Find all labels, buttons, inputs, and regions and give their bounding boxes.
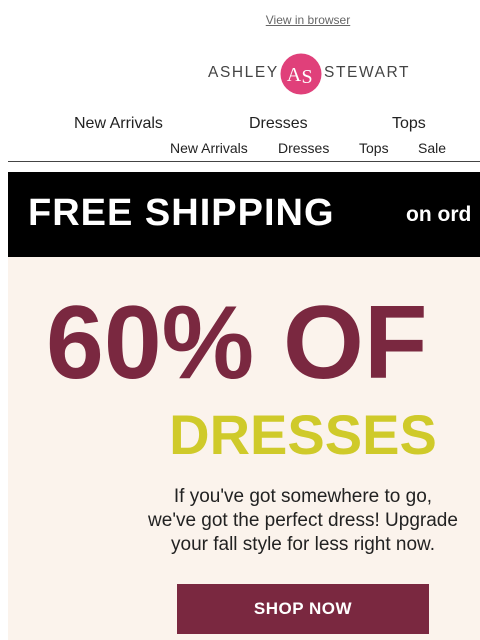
logo-mark-icon: A S [280,53,322,95]
logo-mark-a: A [287,64,302,86]
hero-body-line: your fall style for less right now. [171,534,435,555]
nav-new-arrivals[interactable]: New Arrivals [74,115,163,133]
nav-tops[interactable]: Tops [392,115,426,133]
view-in-browser-link[interactable]: View in browser [0,13,480,27]
secondary-nav: New Arrivals Dresses Tops Sale [0,140,480,156]
free-shipping-tail: on ord [406,203,472,226]
hero-body-line: If you've got somewhere to go, [173,486,433,507]
hero-body: If you've got somewhere to go, we've got… [8,485,480,557]
subnav-sale[interactable]: Sale [418,140,446,156]
hero-headline: 60% OF [46,285,428,401]
hero-body-line: we've got the perfect dress! Upgrade [148,510,458,531]
hero-subhead: DRESSES [169,403,437,466]
subnav-tops[interactable]: Tops [359,140,389,156]
subnav-dresses[interactable]: Dresses [278,140,329,156]
logo-mark-s: S [301,66,312,88]
ashley-stewart-logo[interactable]: ASHLEY A S STEWART [205,52,415,98]
shop-now-button[interactable]: SHOP NOW [177,584,429,634]
free-shipping-banner[interactable]: FREE SHIPPING on ord [8,172,480,257]
logo-text-left: ASHLEY [208,64,279,81]
logo-text-right: STEWART [324,64,411,81]
nav-divider [8,161,480,162]
primary-nav: New Arrivals Dresses Tops [0,115,480,135]
subnav-new-arrivals[interactable]: New Arrivals [170,140,248,156]
hero-banner: 60% OF DRESSES If you've got somewhere t… [8,257,480,640]
free-shipping-headline: FREE SHIPPING [28,192,335,234]
nav-dresses[interactable]: Dresses [249,115,308,133]
